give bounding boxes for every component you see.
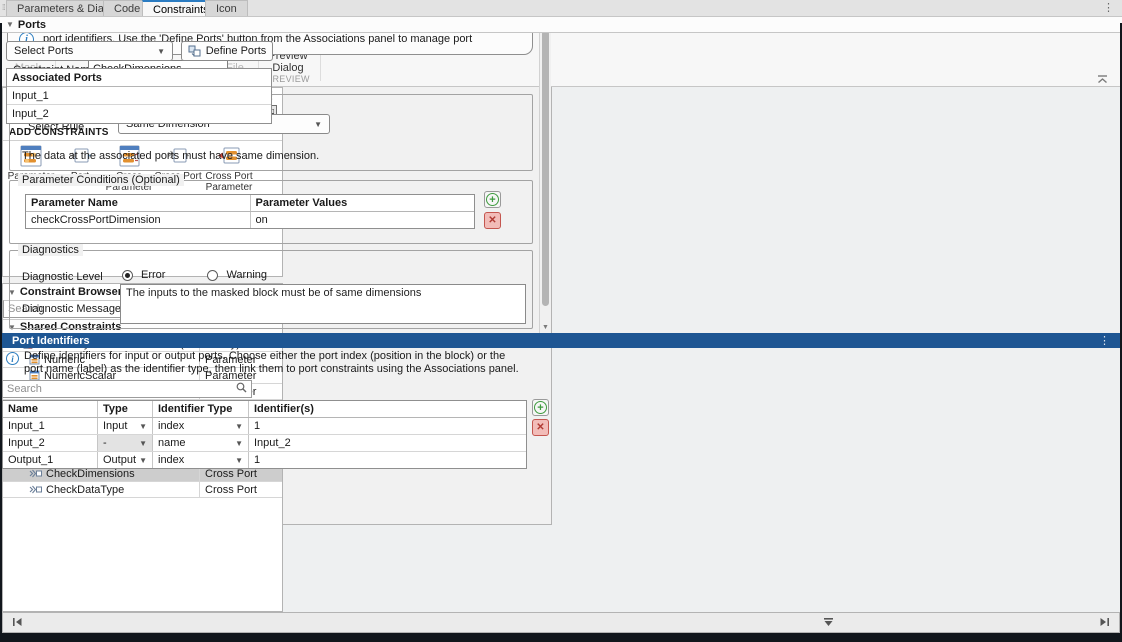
diagnostic-message-label: Diagnostic Message <box>22 303 121 315</box>
cross-port-constraint-icon <box>29 484 42 495</box>
rule-description: The data at the associated ports must ha… <box>22 150 319 162</box>
column-header: Name <box>3 401 98 417</box>
port-identifiers-table: Name Type Identifier Type Identifier(s) … <box>2 400 527 469</box>
collapse-bottom-panel-icon[interactable] <box>823 617 834 630</box>
table-row[interactable]: Input_1 <box>7 87 271 105</box>
kebab-menu-icon[interactable]: ⋮ <box>1103 3 1114 13</box>
vertical-scrollbar[interactable]: ▲ ▼ <box>539 17 551 333</box>
define-ports-button[interactable]: Define Ports <box>181 41 273 61</box>
column-header: Parameter Values <box>251 195 475 211</box>
chevron-down-icon: ▼ <box>235 422 243 431</box>
table-row[interactable]: Output_1 Output▼ index▼ 1 <box>3 452 526 468</box>
collapse-left-panel-icon[interactable] <box>12 617 23 630</box>
parameter-conditions-group: Parameter Conditions (Optional) Paramete… <box>9 180 533 244</box>
chevron-down-icon: ▼ <box>314 120 322 129</box>
drag-handle-icon[interactable]: ⁞⁞ <box>2 3 4 12</box>
cross-port-constraint-icon <box>29 468 42 479</box>
parameter-conditions-table: Parameter Name Parameter Values checkCro… <box>25 194 475 229</box>
info-icon: i <box>6 352 19 365</box>
plus-icon: + <box>486 193 499 206</box>
column-header: Identifier Type <box>153 401 249 417</box>
chevron-down-icon: ▼ <box>235 439 243 448</box>
table-row[interactable]: Input_1 Input▼ index▼ 1 <box>3 418 526 435</box>
radio-warning-label: Warning <box>226 269 267 281</box>
identifier-type-dropdown[interactable]: name▼ <box>153 435 249 451</box>
radio-error[interactable] <box>122 270 133 281</box>
type-dropdown[interactable]: -▼ <box>98 435 153 451</box>
window-bottom-edge <box>0 633 1122 642</box>
define-ports-icon <box>188 45 201 57</box>
port-identifiers-search-input[interactable] <box>7 383 236 395</box>
diagnostic-message-input[interactable]: The inputs to the masked block must be o… <box>120 284 526 324</box>
scrollbar-thumb[interactable] <box>542 30 549 306</box>
delete-condition-button[interactable]: ✕ <box>484 212 501 229</box>
radio-warning[interactable] <box>207 270 218 281</box>
collapse-toolstrip-icon[interactable] <box>1097 75 1108 87</box>
select-ports-dropdown[interactable]: Select Ports ▼ <box>6 41 173 61</box>
port-identifiers-header[interactable]: Port Identifiers ⋮ <box>0 333 1122 348</box>
column-header: Identifier(s) <box>249 401 526 417</box>
window-left-edge <box>0 23 2 642</box>
table-row-checkdatatype[interactable]: CheckDataType Cross Port <box>3 482 282 498</box>
x-icon: ✕ <box>536 422 544 433</box>
table-row[interactable]: Input_2 -▼ name▼ Input_2 <box>3 435 526 452</box>
search-icon <box>236 382 247 396</box>
column-header: Type <box>98 401 153 417</box>
chevron-down-icon: ▼ <box>157 47 165 56</box>
x-icon: ✕ <box>488 215 496 226</box>
collapse-icon: ▼ <box>6 20 14 29</box>
port-identifiers-search <box>2 380 252 398</box>
port-identifiers-info: Define identifiers for input or output p… <box>24 350 524 376</box>
identifier-type-dropdown[interactable]: index▼ <box>153 418 249 434</box>
chevron-down-icon: ▼ <box>139 439 147 448</box>
plus-icon: + <box>534 401 547 414</box>
chevron-down-icon: ▼ <box>139 422 147 431</box>
ports-section-header[interactable]: ▼ Ports <box>0 16 1122 33</box>
table-row[interactable]: checkCrossPortDimension on <box>26 212 474 228</box>
collapse-right-panel-icon[interactable] <box>1099 617 1110 630</box>
column-header: Associated Ports <box>7 70 271 86</box>
diagnostics-group: Diagnostics Diagnostic Level Error Warni… <box>9 250 533 329</box>
radio-error-label: Error <box>141 269 165 281</box>
tab-icon[interactable]: Icon <box>205 0 248 17</box>
chevron-down-icon: ▼ <box>139 456 147 465</box>
add-condition-button[interactable]: + <box>484 191 501 208</box>
mask-editor-window: MASK EDITOR CONSTRAINTS ? Save Mask SAVE… <box>0 0 1122 642</box>
column-header: Parameter Name <box>26 195 251 211</box>
associated-ports-table: Associated Ports Input_1 Input_2 <box>6 68 272 124</box>
kebab-menu-icon[interactable]: ⋮ <box>1099 336 1110 346</box>
diagnostic-level-label: Diagnostic Level <box>22 271 103 283</box>
table-row[interactable]: Input_2 <box>7 105 271 123</box>
constraints-pane: i Use this pane to create cross port con… <box>0 17 539 333</box>
add-port-button[interactable]: + <box>532 399 549 416</box>
delete-port-button[interactable]: ✕ <box>532 419 549 436</box>
scroll-down-icon[interactable]: ▼ <box>540 324 551 331</box>
bottom-statusbar <box>2 612 1120 633</box>
document-tabbar: ⁞⁞ Parameters & Dialog Code Constraints … <box>0 0 1122 17</box>
type-dropdown[interactable]: Output▼ <box>98 452 153 468</box>
chevron-down-icon: ▼ <box>235 456 243 465</box>
identifier-type-dropdown[interactable]: index▼ <box>153 452 249 468</box>
type-dropdown[interactable]: Input▼ <box>98 418 153 434</box>
